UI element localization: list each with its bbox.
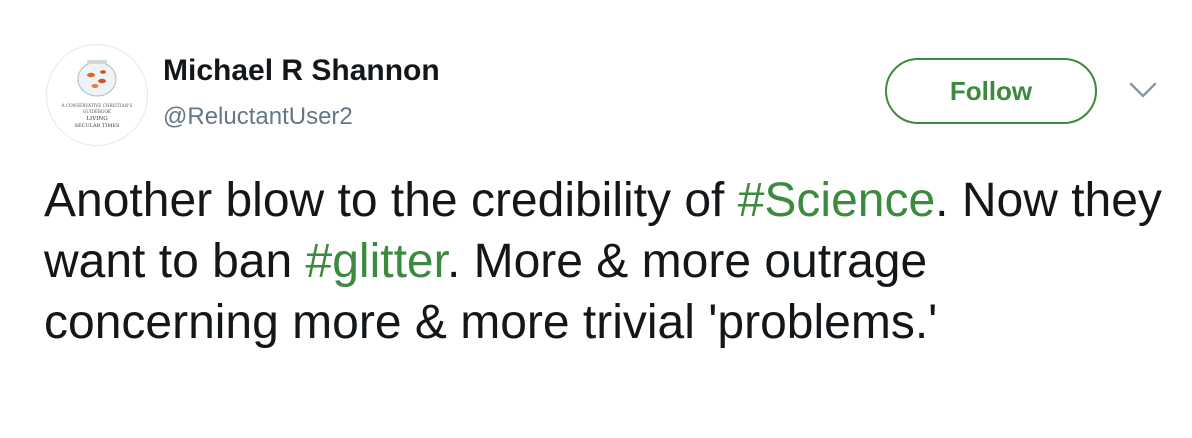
display-name[interactable]: Michael R Shannon bbox=[163, 54, 440, 88]
svg-text:GUIDEBOOK: GUIDEBOOK bbox=[83, 109, 112, 114]
tweet-text-segment: Another blow to the credibility of bbox=[44, 174, 738, 227]
chevron-down-icon[interactable] bbox=[1126, 78, 1160, 102]
hashtag-science-link[interactable]: #Science bbox=[738, 174, 935, 227]
user-handle[interactable]: @ReluctantUser2 bbox=[163, 103, 353, 131]
avatar[interactable]: A CONSERVATIVE CHRISTIAN'S GUIDEBOOK LIV… bbox=[46, 44, 148, 146]
hashtag-glitter-link[interactable]: #glitter bbox=[306, 235, 447, 288]
svg-text:LIVING: LIVING bbox=[86, 116, 107, 122]
follow-button[interactable]: Follow bbox=[885, 58, 1097, 124]
fishbowl-logo-icon: A CONSERVATIVE CHRISTIAN'S GUIDEBOOK LIV… bbox=[61, 60, 133, 129]
svg-text:SECULAR TIMES: SECULAR TIMES bbox=[75, 123, 120, 129]
tweet-text: Another blow to the credibility of #Scie… bbox=[44, 170, 1164, 353]
svg-text:A CONSERVATIVE CHRISTIAN'S: A CONSERVATIVE CHRISTIAN'S bbox=[61, 103, 133, 108]
